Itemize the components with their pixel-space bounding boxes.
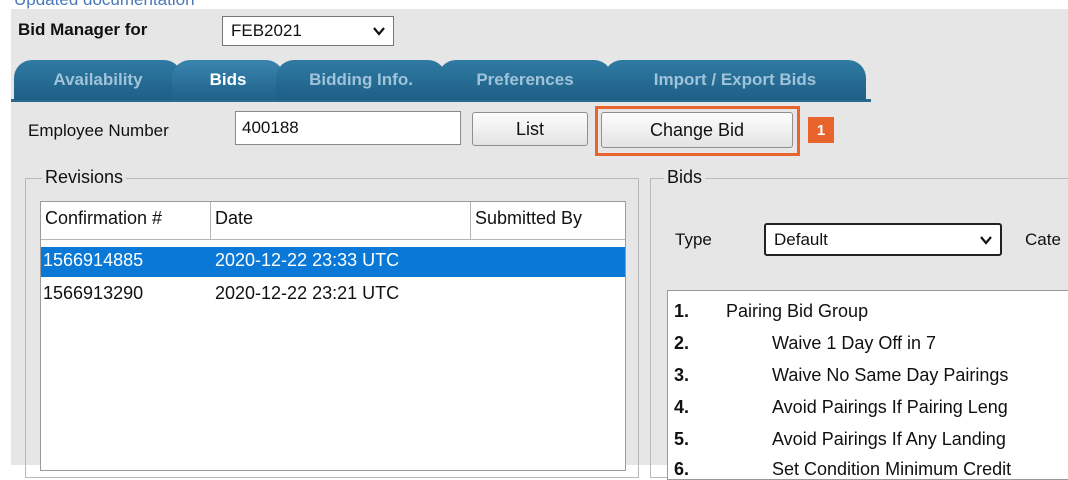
bid-line-number: 3. xyxy=(674,365,690,385)
column-header-submitted-by[interactable]: Submitted By xyxy=(471,202,625,240)
column-header-date[interactable]: Date xyxy=(211,202,471,240)
bid-line-6[interactable]: 6. Set Condition Minimum Credit xyxy=(674,459,1068,479)
callout-highlight-box xyxy=(595,106,800,156)
bid-line-number: 5. xyxy=(674,429,690,449)
table-row[interactable]: 1566913290 2020-12-22 23:21 UTC xyxy=(41,280,625,310)
date-cell: 2020-12-22 23:21 UTC xyxy=(215,283,400,303)
bid-line-text: Avoid Pairings If Any Landing xyxy=(772,429,1006,449)
bid-line-3[interactable]: 3. Waive No Same Day Pairings xyxy=(674,365,1068,395)
tab-import-export-bids[interactable]: Import / Export Bids xyxy=(604,60,866,100)
bid-line-text: Pairing Bid Group xyxy=(726,301,869,321)
tab-import-export-label: Import / Export Bids xyxy=(653,70,817,89)
bid-line-number: 2. xyxy=(674,333,690,353)
revisions-list[interactable]: Confirmation # Date Submitted By 1566914… xyxy=(40,201,626,471)
bid-line-number: 4. xyxy=(674,397,690,417)
bid-line-text: Set Condition Minimum Credit xyxy=(772,459,1012,479)
list-button[interactable]: List xyxy=(472,112,588,146)
tab-bidding-info-label: Bidding Info. xyxy=(309,70,413,89)
bid-type-select[interactable]: Default xyxy=(764,223,1002,256)
bids-legend: Bids xyxy=(664,167,706,188)
employee-number-label: Employee Number xyxy=(28,121,169,140)
employee-number-input[interactable]: 400188 xyxy=(235,111,461,145)
tab-preferences[interactable]: Preferences xyxy=(438,60,612,100)
tab-availability-label: Availability xyxy=(53,70,143,89)
employee-number-value: 400188 xyxy=(242,118,299,137)
confirmation-cell: 1566914885 xyxy=(43,250,144,270)
bid-line-1[interactable]: 1. Pairing Bid Group xyxy=(674,301,1068,331)
list-button-label: List xyxy=(515,118,544,139)
category-label: Cate xyxy=(1025,230,1061,249)
bids-list[interactable]: 1. Pairing Bid Group 2. Waive 1 Day Off … xyxy=(667,290,1068,480)
confirmation-cell: 1566913290 xyxy=(43,283,144,303)
column-header-submitted-by-label: Submitted By xyxy=(475,208,583,228)
bid-line-5[interactable]: 5. Avoid Pairings If Any Landing xyxy=(674,429,1068,459)
bid-manager-title: Bid Manager for xyxy=(18,20,148,39)
chevron-down-icon xyxy=(373,27,385,36)
table-row[interactable]: 1566914885 2020-12-22 23:33 UTC xyxy=(41,247,625,277)
bid-line-text: Avoid Pairings If Pairing Leng xyxy=(772,397,1008,417)
tab-bids-label: Bids xyxy=(209,70,247,89)
tab-availability[interactable]: Availability xyxy=(14,60,182,100)
type-label: Type xyxy=(675,230,712,249)
callout-badge: 1 xyxy=(808,117,834,143)
bid-line-number: 1. xyxy=(674,301,690,321)
period-select-value: FEB2021 xyxy=(231,21,302,40)
column-header-date-label: Date xyxy=(215,208,254,228)
bid-type-select-value: Default xyxy=(774,229,828,249)
chevron-down-icon xyxy=(980,235,992,245)
bid-line-text: Waive No Same Day Pairings xyxy=(772,365,1009,385)
bid-line-4[interactable]: 4. Avoid Pairings If Pairing Leng xyxy=(674,397,1068,427)
column-header-confirmation[interactable]: Confirmation # xyxy=(41,202,211,240)
bid-line-text: Waive 1 Day Off in 7 xyxy=(772,333,937,353)
tab-preferences-label: Preferences xyxy=(476,70,574,89)
tab-bidding-info[interactable]: Bidding Info. xyxy=(276,60,446,100)
tab-bids[interactable]: Bids xyxy=(172,60,284,100)
period-select[interactable]: FEB2021 xyxy=(222,16,394,46)
date-cell: 2020-12-22 23:33 UTC xyxy=(215,250,400,270)
revisions-legend: Revisions xyxy=(42,167,127,188)
column-header-confirmation-label: Confirmation # xyxy=(45,208,163,228)
bid-line-number: 6. xyxy=(674,459,690,479)
bid-line-2[interactable]: 2. Waive 1 Day Off in 7 xyxy=(674,333,1068,363)
